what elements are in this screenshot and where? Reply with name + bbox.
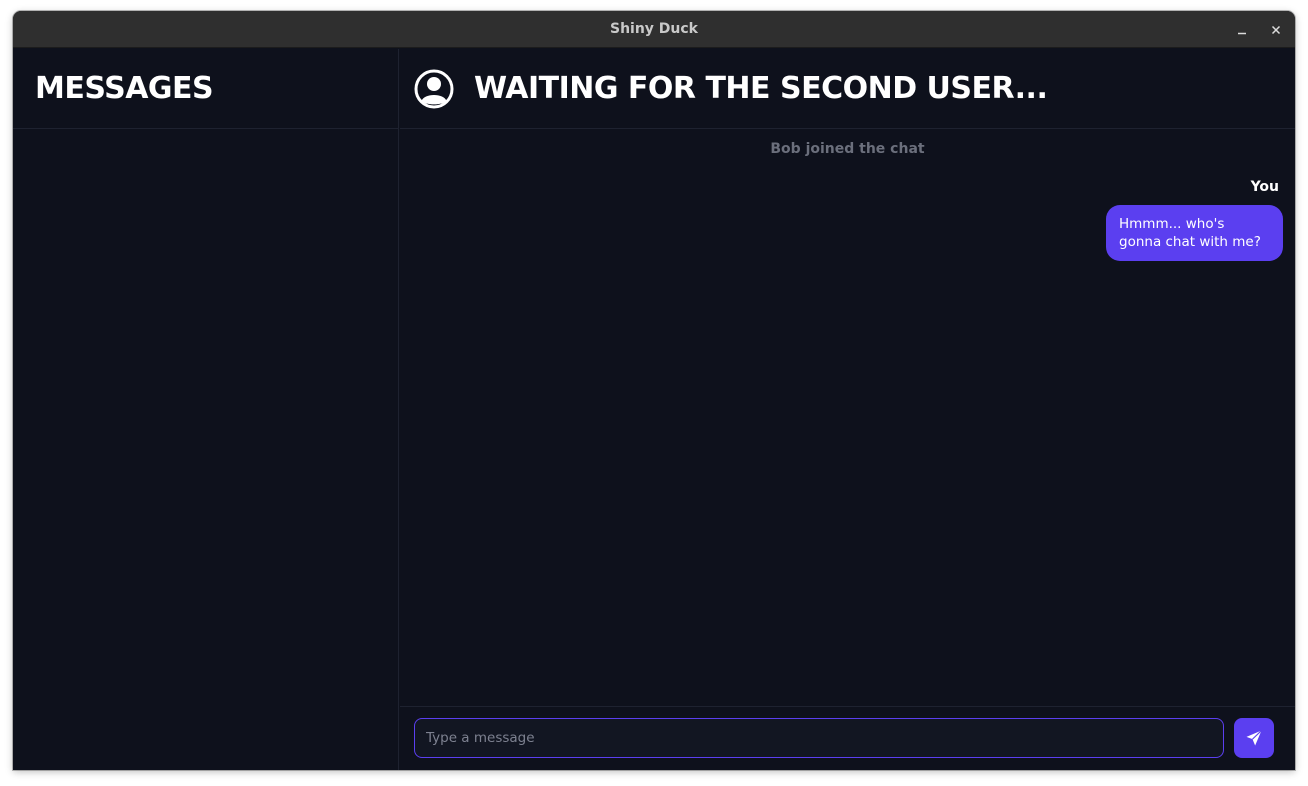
- message-bubble: Hmmm... who's gonna chat with me?: [1106, 205, 1283, 261]
- app-window: Shiny Duck MESSAGES WAITING FOR THE SECO…: [13, 11, 1295, 770]
- user-avatar-icon: [414, 69, 454, 108]
- minimize-icon: [1238, 32, 1246, 35]
- message-sender: You: [1250, 179, 1279, 195]
- title-bar[interactable]: Shiny Duck: [13, 11, 1295, 48]
- message-list[interactable]: Bob joined the chat You Hmmm... who's go…: [400, 130, 1295, 707]
- sidebar-title: MESSAGES: [35, 71, 214, 106]
- close-button[interactable]: [1265, 19, 1287, 41]
- avatar: [414, 69, 454, 109]
- chat-header: WAITING FOR THE SECOND USER...: [400, 49, 1295, 129]
- chat-panel: WAITING FOR THE SECOND USER... Bob joine…: [400, 49, 1295, 770]
- window-title: Shiny Duck: [609, 21, 698, 37]
- minimize-button[interactable]: [1231, 19, 1253, 41]
- sidebar: MESSAGES: [13, 49, 399, 770]
- message-input[interactable]: [414, 718, 1224, 758]
- send-button[interactable]: [1234, 718, 1274, 758]
- composer: [400, 708, 1295, 770]
- system-message: Bob joined the chat: [770, 141, 925, 157]
- chat-title: WAITING FOR THE SECOND USER...: [474, 71, 1048, 106]
- send-icon: [1246, 730, 1262, 746]
- sidebar-header: MESSAGES: [13, 49, 398, 129]
- close-icon: [1271, 25, 1281, 35]
